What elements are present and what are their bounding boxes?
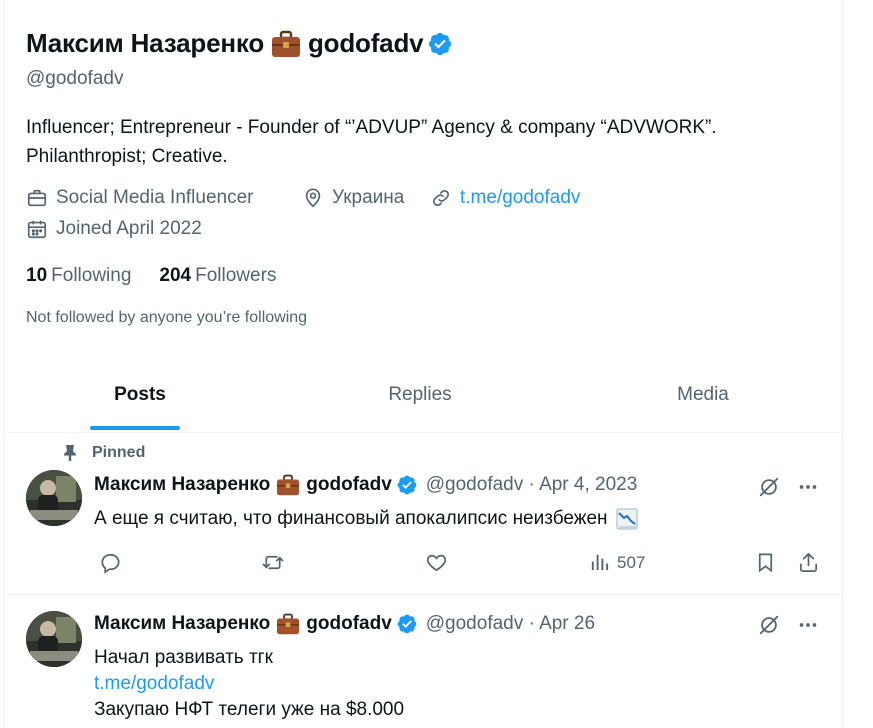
tweet-line-3: Закупаю НФТ телеги уже на $8.000 [94, 699, 405, 720]
tab-media[interactable]: Media [564, 372, 842, 432]
grok-icon[interactable] [758, 614, 780, 636]
pin-icon [62, 444, 78, 462]
tabs-divider [4, 432, 842, 433]
tweet-meta[interactable]: @godofadv · Apr 26 [426, 613, 595, 635]
reply-icon[interactable] [99, 551, 122, 574]
repost-icon[interactable] [261, 551, 285, 574]
tweet-divider [4, 594, 842, 595]
profile-display-name: Максим Назаренко godofadv [26, 28, 453, 59]
tweet-author-username: godofadv [306, 613, 392, 634]
profile-username-text: godofadv [308, 28, 424, 58]
tweet-author[interactable]: Максим Назаренко godofadv [94, 474, 418, 496]
not-followed-note: Not followed by anyone you’re following [26, 309, 308, 326]
views-icon [588, 551, 611, 574]
verified-badge-icon [396, 474, 418, 496]
tab-replies[interactable]: Replies [284, 372, 556, 432]
tweet-author-name: Максим Назаренко [94, 474, 271, 495]
tweet-author-name: Максим Назаренко [94, 613, 271, 634]
profile-category: Social Media Influencer [26, 187, 254, 209]
briefcase-emoji-icon [276, 613, 300, 635]
pinned-label: Pinned [62, 444, 145, 462]
profile-stats: 10 Following 204 Followers [26, 265, 276, 287]
views-stat[interactable]: 507 [588, 551, 645, 574]
profile-website-link[interactable]: t.me/godofadv [460, 187, 580, 209]
tweet-actions: 507 [94, 550, 824, 576]
avatar[interactable] [26, 611, 82, 667]
profile-location: Украина [302, 187, 404, 209]
tweet-header: Максим Назаренко godofadv @godofadv · Ap… [94, 474, 637, 496]
views-count: 507 [617, 552, 646, 572]
briefcase-emoji-icon [271, 30, 301, 58]
verified-badge-icon[interactable] [427, 31, 453, 57]
active-tab-indicator [90, 426, 180, 430]
location-pin-icon [302, 187, 332, 209]
chart-decreasing-emoji-icon [616, 508, 638, 530]
following-label: Following [51, 265, 132, 286]
tweet-text: А еще я считаю, что финансовый апокалипс… [94, 506, 638, 532]
bio-line-1: Influencer; Entrepreneur - Founder of “’… [26, 117, 717, 138]
pinned-label-text: Pinned [92, 444, 146, 461]
followers-count: 204 [159, 265, 192, 286]
profile-handle: @godofadv [26, 68, 124, 89]
followers-link[interactable]: 204 Followers [159, 265, 276, 287]
tweet-meta[interactable]: @godofadv · Apr 4, 2023 [426, 474, 638, 496]
profile-column: Максим Назаренко godofadv @godofadv Infl… [3, 0, 843, 728]
tab-posts[interactable]: Posts [4, 372, 276, 432]
briefcase-emoji-icon [276, 474, 300, 496]
avatar[interactable] [26, 470, 82, 526]
tweet-text-body: А еще я считаю, что финансовый апокалипс… [94, 508, 608, 529]
profile-category-text: Social Media Influencer [56, 187, 254, 208]
tab-replies-label: Replies [388, 384, 452, 405]
tweet-header: Максим Назаренко godofadv @godofadv · Ap… [94, 613, 595, 635]
like-icon[interactable] [425, 551, 448, 574]
following-link[interactable]: 10 Following [26, 265, 131, 287]
profile-name-text: Максим Назаренко [26, 28, 264, 58]
grok-icon[interactable] [758, 476, 780, 498]
share-icon[interactable] [797, 551, 820, 574]
profile-bio: Influencer; Entrepreneur - Founder of “’… [26, 113, 826, 171]
bookmark-icon[interactable] [754, 551, 777, 574]
more-options-icon[interactable] [797, 476, 819, 498]
profile-joined-text: Joined April 2022 [56, 218, 202, 239]
profile-website[interactable]: t.me/godofadv [430, 187, 580, 209]
more-options-icon[interactable] [797, 614, 819, 636]
tweet-author[interactable]: Максим Назаренко godofadv [94, 613, 418, 635]
followers-label: Followers [195, 265, 277, 286]
tweet-author-username: godofadv [306, 474, 392, 495]
tab-media-label: Media [677, 384, 729, 405]
link-icon [430, 187, 460, 209]
tweet-link[interactable]: t.me/godofadv [94, 671, 404, 697]
tab-posts-label: Posts [114, 384, 166, 405]
tweet-text: Начал развивать тгк t.me/godofadv Закупа… [94, 645, 404, 723]
profile-joined: Joined April 2022 [26, 218, 202, 240]
bio-line-2: Philanthropist; Creative. [26, 146, 228, 167]
calendar-icon [26, 218, 56, 240]
tweet-line-1: Начал развивать тгк [94, 647, 273, 668]
profile-location-text: Украина [332, 187, 405, 208]
verified-badge-icon [396, 613, 418, 635]
briefcase-icon [26, 187, 56, 209]
following-count: 10 [26, 265, 48, 286]
